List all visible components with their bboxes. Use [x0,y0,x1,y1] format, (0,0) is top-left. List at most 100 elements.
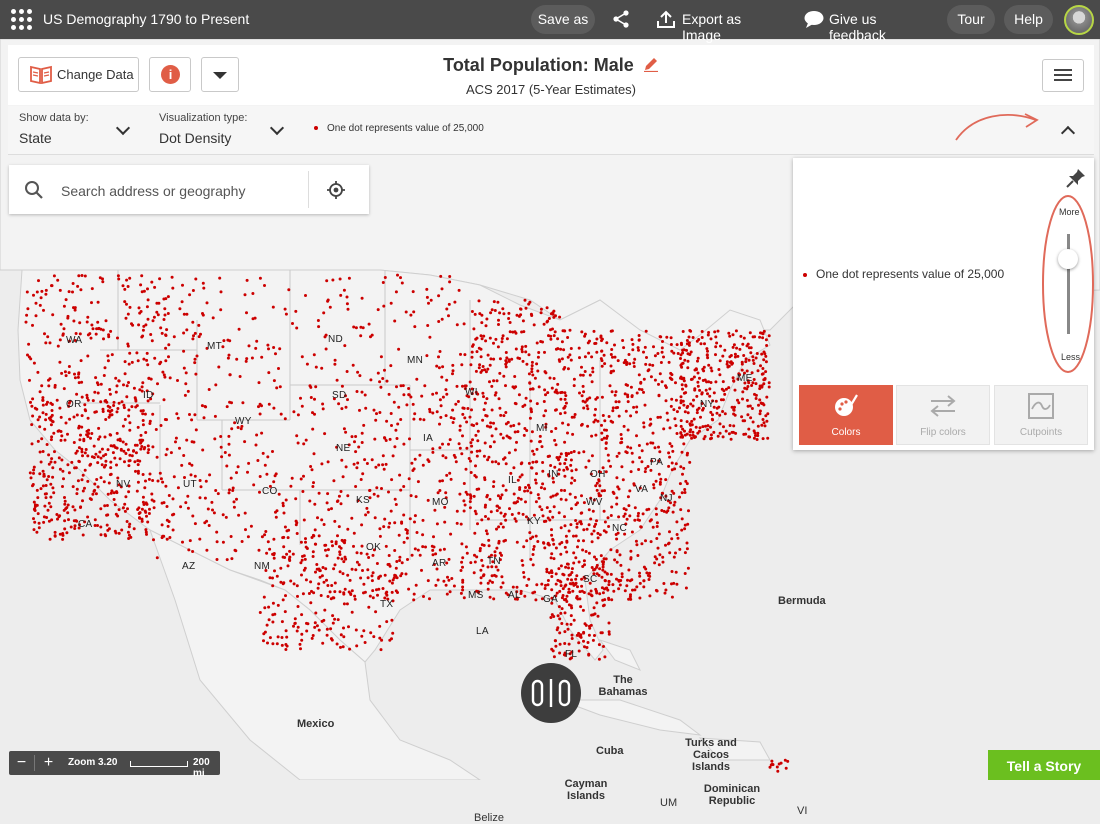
population-dot [342,602,346,606]
search-input[interactable] [59,179,303,203]
zoom-out-button[interactable]: − [12,751,31,775]
share-icon[interactable] [611,9,631,29]
compare-maps-button[interactable] [521,663,581,723]
population-dot [518,486,522,490]
population-dot [428,597,431,601]
population-dot [133,443,137,447]
population-dot [250,356,254,360]
population-dot [620,575,624,579]
population-dot [293,617,297,621]
pencil-icon[interactable] [643,56,659,73]
chevron-down-icon [115,120,131,136]
population-dot [684,586,688,590]
locate-icon[interactable] [326,180,346,200]
tab-flip-colors[interactable]: Flip colors [896,385,990,445]
app-menu-icon[interactable] [11,9,33,31]
population-dot [731,333,735,337]
population-dot [167,343,171,347]
population-dot [583,370,587,373]
show-data-by-select[interactable]: Show data by: State [18,106,133,154]
population-dot [712,391,716,395]
population-dot [595,350,599,354]
population-dot [262,639,265,643]
population-dot [664,478,668,482]
population-dot [675,343,679,347]
population-dot [585,404,589,408]
population-dot [59,430,63,433]
population-dot [603,587,606,591]
tab-colors[interactable]: Colors [799,385,893,445]
population-dot [294,309,298,313]
population-dot [606,516,610,520]
export-image-button[interactable]: Export as Image [656,0,776,43]
population-dot [176,379,179,382]
population-dot [113,503,117,507]
population-dot [699,342,703,346]
population-dot [143,509,147,513]
help-button[interactable]: Help [1004,5,1053,34]
population-dot [116,274,120,278]
population-dot [281,582,285,586]
save-as-button[interactable]: Save as [531,5,595,34]
population-dot [299,477,303,481]
population-dot [727,386,731,390]
population-dot [765,344,769,347]
population-dot [464,545,468,549]
population-dot [236,465,240,469]
population-dot [115,463,118,467]
population-dot [541,482,545,486]
population-dot [552,557,556,561]
map-title[interactable]: Total Population: Male [8,55,1094,76]
population-dot [39,296,43,300]
population-dot [47,475,51,478]
user-avatar[interactable] [1064,5,1094,35]
population-dot [497,541,501,545]
population-dot [148,472,152,476]
feedback-button[interactable]: Give us feedback [804,0,934,43]
population-dot [205,301,209,305]
population-dot [30,404,34,408]
population-dot [80,447,84,451]
population-dot [394,589,398,593]
population-dot [333,358,337,362]
search-icon[interactable] [24,180,44,200]
collapse-toggle-icon[interactable] [1060,125,1076,141]
menu-button[interactable] [1042,59,1084,92]
population-dot [402,442,406,446]
tour-button[interactable]: Tour [947,5,995,34]
population-dot [728,360,732,364]
tell-a-story-button[interactable]: Tell a Story [988,750,1100,780]
population-dot [471,438,474,442]
population-dot [763,377,767,381]
population-dot [374,610,378,614]
population-dot [470,408,473,412]
population-dot [180,463,184,467]
population-dot [109,472,113,476]
zoom-in-button[interactable]: + [39,751,58,775]
population-dot [425,287,429,291]
population-dot [480,313,484,317]
population-dot [124,316,128,320]
population-dot [339,293,343,297]
population-dot [495,527,498,531]
population-dot [57,456,61,460]
state-label-nc: NC [612,523,628,534]
pin-icon[interactable] [1065,167,1087,189]
population-dot [309,465,313,468]
population-dot [649,375,653,379]
population-dot [151,479,155,482]
population-dot [682,442,686,446]
population-dot [371,553,375,557]
tab-cutpoints[interactable]: Cutpoints [994,385,1088,445]
population-dot [458,446,462,450]
population-dot [563,404,567,408]
population-dot [653,354,657,358]
population-dot [75,413,79,417]
population-dot [38,472,42,476]
annotation-arrow [955,113,1039,141]
population-dot [94,332,98,336]
app-title[interactable]: US Demography 1790 to Present [43,11,249,27]
visualization-type-select[interactable]: Visualization type: Dot Density [158,106,288,154]
population-dot [609,514,613,517]
population-dot [706,392,709,396]
